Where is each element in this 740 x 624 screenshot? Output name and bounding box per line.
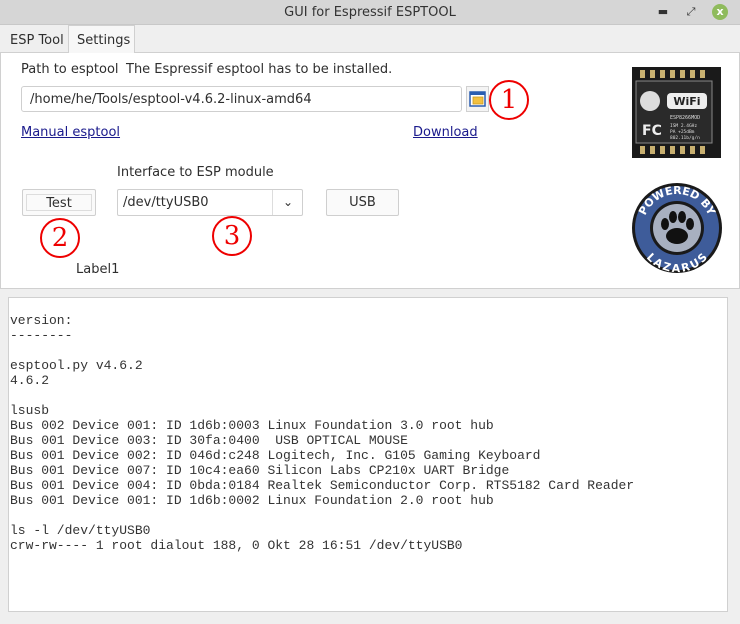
marker-3: 3 [212,216,252,256]
lazarus-logo: POWERED BY LAZARUS [632,183,722,274]
tab-settings[interactable]: Settings [68,25,135,53]
svg-text:PA +25dBm: PA +25dBm [670,129,695,135]
log-line: Bus 001 Device 002: ID 046d:c248 Logitec… [10,448,541,463]
manual-esptool-link[interactable]: Manual esptool [21,125,120,140]
log-lines: version: -------- esptool.py v4.6.2 4.6.2 ls… [10,313,634,553]
test-button[interactable]: Test [22,189,96,216]
log-line: Bus 002 Device 001: ID 1d6b:0003 Linux F… [10,418,494,433]
path-label: Path to esptool [21,62,119,77]
output-log[interactable]: version: -------- esptool.py v4.6.2 4.6.2 ls… [8,297,728,612]
interface-label: Interface to ESP module [117,165,274,180]
test-button-label: Test [26,194,92,211]
svg-text:WiFi: WiFi [673,95,700,108]
log-line: Bus 001 Device 001: ID 1d6b:0002 Linux F… [10,493,494,508]
interface-select[interactable]: /dev/ttyUSB0 ⌄ [117,189,303,216]
log-line: Bus 001 Device 003: ID 30fa:0400 USB OPT… [10,433,408,448]
marker-1: 1 [489,80,529,120]
svg-text:802.11b/g/n: 802.11b/g/n [670,135,700,141]
log-line: Bus 001 Device 007: ID 10c4:ea60 Silicon… [10,463,510,478]
usb-button[interactable]: USB [326,189,399,216]
minimize-icon[interactable]: ▬ [655,4,671,20]
log-line: -------- [10,328,73,343]
log-line: lsusb [10,403,50,418]
log-line: esptool.py v4.6.2 [10,358,143,373]
close-icon[interactable]: x [712,4,728,20]
title-bar: GUI for Espressif ESPTOOL ▬ ⤢ x [0,0,740,25]
browse-folder-button[interactable] [466,86,489,112]
path-hint: The Espressif esptool has to be installe… [126,62,393,77]
esp8266-module-image: WiFi ESP8266MOD FC ISM 2.4GHz PA +25dBm … [632,67,721,158]
log-line: crw-rw---- 1 root dialout 188, 0 Okt 28 … [10,538,463,553]
log-line: version: [10,313,73,328]
download-link[interactable]: Download [413,125,478,140]
marker-2: 2 [40,218,80,258]
folder-icon [469,91,486,107]
log-line: ls -l /dev/ttyUSB0 [10,523,151,538]
svg-text:ESP8266MOD: ESP8266MOD [670,115,700,121]
window-title: GUI for Espressif ESPTOOL [284,5,456,20]
svg-text:ISM 2.4GHz: ISM 2.4GHz [670,123,697,129]
interface-select-value: /dev/ttyUSB0 [123,195,209,210]
tab-esp-tool[interactable]: ESP Tool [2,27,72,52]
svg-text:FC: FC [642,123,662,139]
label1: Label1 [76,262,120,277]
esptool-path-input[interactable]: /home/he/Tools/esptool-v4.6.2-linux-amd6… [21,86,462,112]
maximize-icon[interactable]: ⤢ [683,4,699,20]
chevron-down-icon[interactable]: ⌄ [272,190,303,215]
log-line: Bus 001 Device 004: ID 0bda:0184 Realtek… [10,478,635,493]
log-line: 4.6.2 [10,373,50,388]
